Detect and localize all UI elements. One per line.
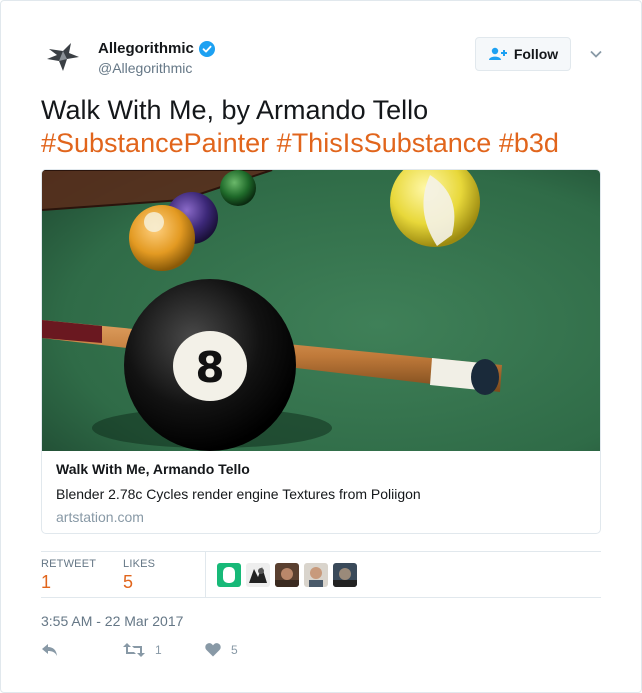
- liker-avatar[interactable]: [246, 563, 270, 587]
- svg-text:8: 8: [195, 343, 224, 392]
- likes-stat[interactable]: LIKES 5: [123, 558, 155, 593]
- tweet-text: Walk With Me, by Armando Tello #Substanc…: [41, 94, 611, 160]
- retweet-stat-value: 1: [41, 572, 52, 592]
- chevron-down-icon[interactable]: [589, 47, 603, 61]
- link-card-title[interactable]: Walk With Me, Armando Tello: [56, 461, 250, 477]
- stats-row: RETWEET 1 LIKES 5: [41, 551, 601, 598]
- hashtag-link[interactable]: #SubstancePainter: [41, 128, 269, 158]
- stats-divider: [205, 552, 206, 597]
- account-name-text[interactable]: Allegorithmic: [98, 40, 194, 57]
- bird-logo-icon: [41, 37, 85, 81]
- tweet-hashtags: #SubstancePainter #ThisIsSubstance #b3d: [41, 127, 611, 160]
- tweet-actions: 1 5: [41, 642, 601, 664]
- hashtag-link[interactable]: #b3d: [499, 128, 559, 158]
- avatar[interactable]: [41, 37, 85, 81]
- liker-avatar[interactable]: [333, 563, 357, 587]
- liker-avatar[interactable]: [217, 563, 241, 587]
- liker-avatar[interactable]: [275, 563, 299, 587]
- reply-button[interactable]: [41, 642, 59, 658]
- follow-button[interactable]: Follow: [475, 37, 571, 71]
- link-card-domain: artstation.com: [56, 509, 144, 525]
- retweet-count: 1: [155, 643, 162, 657]
- liker-avatar[interactable]: [304, 563, 328, 587]
- reply-icon: [42, 644, 57, 656]
- heart-icon: [205, 643, 221, 657]
- hashtag-link[interactable]: #ThisIsSubstance: [277, 128, 492, 158]
- likes-stat-label: LIKES: [123, 558, 156, 570]
- like-button[interactable]: 5: [205, 642, 238, 657]
- link-card-image[interactable]: 8: [42, 170, 601, 451]
- tweet-card: Allegorithmic @Allegorithmic Follow Walk…: [0, 0, 642, 693]
- tweet-header: Allegorithmic @Allegorithmic Follow: [41, 37, 611, 81]
- verified-badge-icon: [198, 40, 215, 57]
- retweet-button[interactable]: 1: [123, 642, 162, 658]
- link-card-description: Blender 2.78c Cycles render engine Textu…: [56, 486, 421, 502]
- retweet-stat[interactable]: RETWEET 1: [41, 558, 96, 593]
- add-user-icon: [488, 47, 507, 60]
- tweet-text-line: Walk With Me, by Armando Tello: [41, 95, 429, 125]
- follow-button-label: Follow: [513, 46, 559, 62]
- tweet-timestamp[interactable]: 3:55 AM - 22 Mar 2017: [41, 613, 183, 629]
- link-card[interactable]: 8 Walk With Me, Armando Tello Blender 2.…: [41, 169, 601, 534]
- like-count: 5: [231, 642, 238, 657]
- likes-stat-value: 5: [123, 572, 134, 592]
- retweet-icon: [123, 643, 145, 657]
- account-handle[interactable]: @Allegorithmic: [98, 60, 192, 76]
- account-name[interactable]: Allegorithmic: [98, 40, 215, 57]
- retweet-stat-label: RETWEET: [41, 558, 97, 570]
- liker-avatars: [217, 563, 357, 587]
